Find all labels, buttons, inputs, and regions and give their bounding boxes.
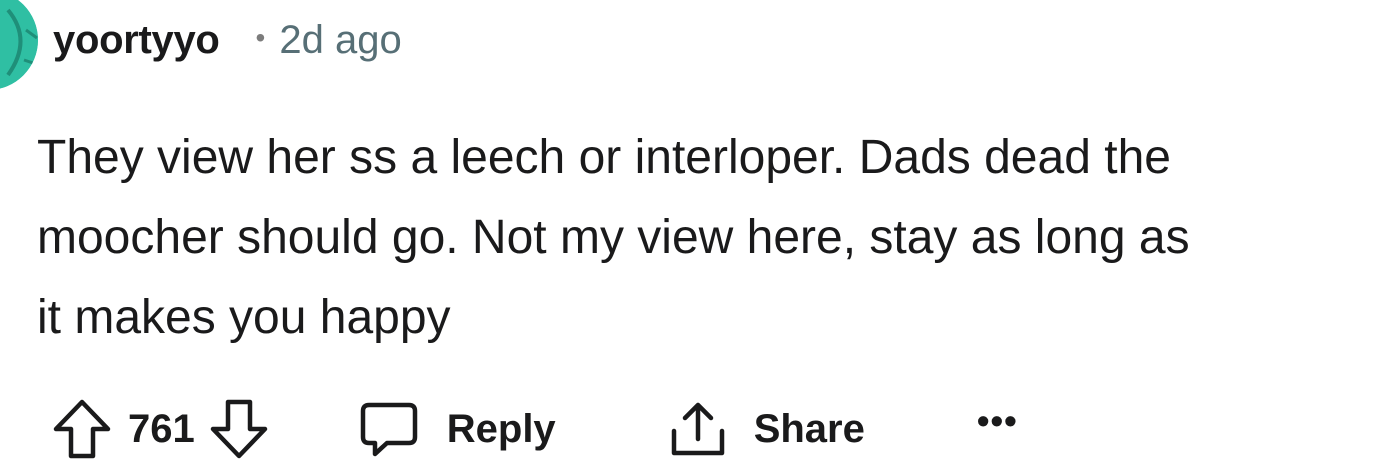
share-label: Share <box>753 406 865 451</box>
username[interactable]: yoortyyo <box>53 18 220 63</box>
avatar-illustration <box>0 0 38 89</box>
share-button[interactable]: Share <box>668 399 865 459</box>
comment-actions: 761 Reply Share ••• <box>52 394 1018 464</box>
avatar[interactable] <box>0 0 38 90</box>
more-options-button[interactable]: ••• <box>977 400 1018 450</box>
comment-body: They view her ss a leech or interloper. … <box>37 131 1190 344</box>
share-upload-icon <box>668 399 728 459</box>
comment: yoortyyo • 2d ago They view her ss a lee… <box>0 0 1376 472</box>
reply-label: Reply <box>446 406 556 451</box>
ellipsis-icon: ••• <box>976 400 1018 441</box>
upvote-arrow-icon[interactable] <box>52 398 112 460</box>
comment-meta: yoortyyo • 2d ago <box>53 14 402 66</box>
reply-button[interactable]: Reply <box>359 399 556 459</box>
separator-dot: • <box>255 22 266 53</box>
vote-group: 761 <box>52 398 269 460</box>
vote-score: 761 <box>128 406 195 451</box>
timestamp[interactable]: 2d ago <box>279 18 401 63</box>
downvote-arrow-icon[interactable] <box>209 398 269 460</box>
speech-bubble-icon <box>359 399 419 459</box>
